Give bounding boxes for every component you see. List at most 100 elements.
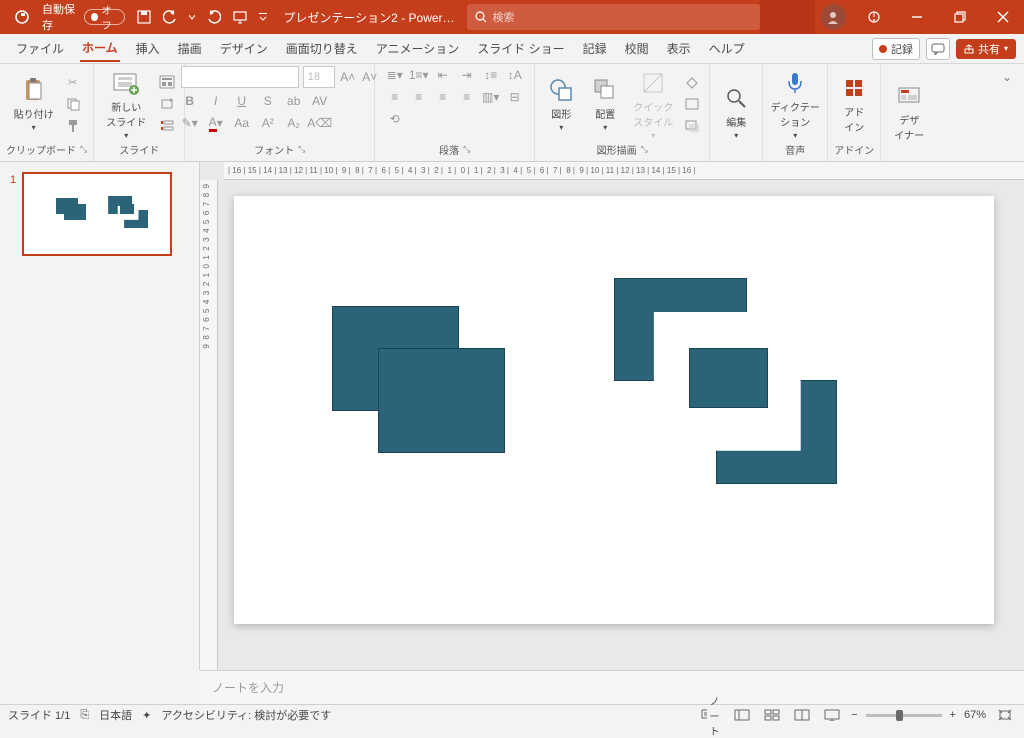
- status-accessibility[interactable]: アクセシビリティ: 検討が必要です: [161, 707, 331, 723]
- window-close-icon[interactable]: [981, 0, 1024, 34]
- font-name-combo[interactable]: [181, 66, 299, 88]
- app-icon[interactable]: [8, 0, 36, 34]
- accessibility-icon: ✦: [142, 709, 151, 722]
- align-left-icon[interactable]: ≡: [386, 88, 404, 106]
- indent-dec-icon[interactable]: ⇤: [434, 66, 452, 84]
- shape-rect-front[interactable]: [378, 348, 505, 453]
- smartart-icon[interactable]: ⟲: [386, 110, 404, 128]
- cut-icon[interactable]: ✂: [62, 72, 84, 92]
- undo-menu-icon[interactable]: [183, 0, 201, 34]
- zoom-out-icon[interactable]: −: [851, 709, 857, 721]
- comments-button[interactable]: [926, 38, 950, 60]
- shadow-icon[interactable]: ab: [285, 92, 303, 110]
- columns-icon[interactable]: ▥▾: [482, 88, 500, 106]
- qat-customize-icon[interactable]: [253, 0, 273, 34]
- dictation-button[interactable]: ディクテー ション▾: [769, 67, 821, 142]
- share-button[interactable]: 共有▾: [956, 39, 1016, 59]
- notes-toggle[interactable]: ノート: [701, 706, 723, 724]
- shape-rect-mid[interactable]: [689, 348, 768, 408]
- designer-button[interactable]: デザ イナー: [887, 80, 931, 144]
- font-color-icon[interactable]: A▾: [207, 114, 225, 132]
- arrange-button[interactable]: 配置▾: [585, 74, 625, 134]
- tab-design[interactable]: デザイン: [218, 36, 270, 61]
- autosave-label: 自動保存: [42, 1, 80, 33]
- reading-view-icon[interactable]: [791, 706, 813, 724]
- tab-record[interactable]: 記録: [581, 36, 609, 61]
- tab-insert[interactable]: 挿入: [134, 36, 162, 61]
- tab-view[interactable]: 表示: [665, 36, 693, 61]
- highlight-icon[interactable]: ✎▾: [181, 114, 199, 132]
- redo-icon[interactable]: [201, 0, 227, 34]
- group-drawing: 図形▾ 配置▾ クイック スタイル▾ 図形描画⤡: [535, 64, 710, 161]
- tab-review[interactable]: 校閲: [623, 36, 651, 61]
- align-center-icon[interactable]: ≡: [410, 88, 428, 106]
- horizontal-ruler: | 16 | 15 | 14 | 13 | 12 | 11 | 10 | 9 |…: [224, 162, 1024, 180]
- help-icon[interactable]: [852, 0, 895, 34]
- sorter-view-icon[interactable]: [761, 706, 783, 724]
- account-icon[interactable]: [821, 4, 846, 30]
- zoom-slider[interactable]: [866, 714, 942, 717]
- fit-to-window-icon[interactable]: [994, 706, 1016, 724]
- zoom-in-icon[interactable]: +: [950, 709, 956, 721]
- slide-thumbnail-1[interactable]: [22, 172, 172, 256]
- zoom-level[interactable]: 67%: [964, 709, 986, 721]
- format-painter-icon[interactable]: [62, 116, 84, 136]
- section-icon[interactable]: [156, 116, 178, 136]
- shape-effects-icon[interactable]: [681, 116, 703, 136]
- align-right-icon[interactable]: ≡: [434, 88, 452, 106]
- reset-icon[interactable]: [156, 94, 178, 114]
- change-case-icon[interactable]: Aa: [233, 114, 251, 132]
- autosave-toggle[interactable]: 自動保存 オフ: [36, 0, 131, 34]
- tab-draw[interactable]: 描画: [176, 36, 204, 61]
- text-direction-icon[interactable]: ↕A: [506, 66, 524, 84]
- grow-font-icon[interactable]: A˄: [339, 68, 357, 86]
- paste-button[interactable]: 貼り付け▾: [10, 74, 58, 134]
- bullets-icon[interactable]: ≣▾: [386, 66, 404, 84]
- quick-styles-button[interactable]: クイック スタイル▾: [629, 67, 677, 142]
- status-language[interactable]: 日本語: [99, 707, 132, 723]
- undo-icon[interactable]: [157, 0, 183, 34]
- numbering-icon[interactable]: 1≡▾: [410, 66, 428, 84]
- line-spacing-icon[interactable]: ↕≡: [482, 66, 500, 84]
- align-justify-icon[interactable]: ≡: [458, 88, 476, 106]
- status-bar: スライド 1/1 ⎘ 日本語 ✦ アクセシビリティ: 検討が必要です ノート −…: [0, 704, 1024, 725]
- tab-animations[interactable]: アニメーション: [374, 36, 462, 61]
- shape-fill-icon[interactable]: [681, 72, 703, 92]
- new-slide-button[interactable]: 新しい スライド▾: [100, 67, 152, 142]
- addin-button[interactable]: アド イン: [834, 72, 874, 136]
- font-size-combo[interactable]: 18: [303, 66, 335, 88]
- normal-view-icon[interactable]: [731, 706, 753, 724]
- copy-icon[interactable]: [62, 94, 84, 114]
- tab-home[interactable]: ホーム: [80, 35, 120, 62]
- tab-transitions[interactable]: 画面切り替え: [284, 36, 360, 61]
- status-slide[interactable]: スライド 1/1: [8, 707, 70, 723]
- layout-icon[interactable]: [156, 72, 178, 92]
- search-input[interactable]: 検索: [467, 4, 760, 30]
- record-button[interactable]: 記録: [872, 38, 920, 60]
- underline-icon[interactable]: U: [233, 92, 251, 110]
- spacing-icon[interactable]: AV: [311, 92, 329, 110]
- clear-format-icon[interactable]: A⌫: [311, 114, 329, 132]
- window-restore-icon[interactable]: [938, 0, 981, 34]
- access-mode-icon[interactable]: ⎘: [80, 709, 89, 722]
- bold-icon[interactable]: B: [181, 92, 199, 110]
- shape-outline-icon[interactable]: [681, 94, 703, 114]
- superscript-icon[interactable]: A²: [259, 114, 277, 132]
- italic-icon[interactable]: I: [207, 92, 225, 110]
- tab-slideshow[interactable]: スライド ショー: [475, 36, 566, 61]
- save-icon[interactable]: [131, 0, 157, 34]
- notes-pane[interactable]: ノートを入力: [200, 670, 1024, 704]
- indent-inc-icon[interactable]: ⇥: [458, 66, 476, 84]
- edit-button[interactable]: 編集▾: [716, 82, 756, 142]
- strike-icon[interactable]: S: [259, 92, 277, 110]
- collapse-ribbon-icon[interactable]: ⌄: [998, 68, 1016, 86]
- shapes-button[interactable]: 図形▾: [541, 74, 581, 134]
- tab-help[interactable]: ヘルプ: [707, 36, 747, 61]
- present-icon[interactable]: [227, 0, 253, 34]
- tab-file[interactable]: ファイル: [14, 36, 66, 61]
- slideshow-view-icon[interactable]: [821, 706, 843, 724]
- align-vert-icon[interactable]: ⊟: [506, 88, 524, 106]
- subscript-icon[interactable]: A₂: [285, 114, 303, 132]
- slide-canvas[interactable]: [234, 196, 994, 624]
- window-minimize-icon[interactable]: [895, 0, 938, 34]
